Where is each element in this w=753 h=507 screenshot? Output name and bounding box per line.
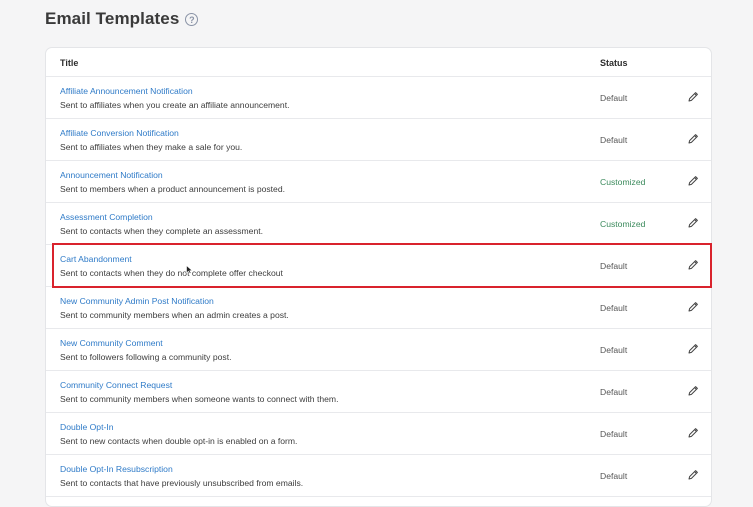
- status-text: Default: [600, 261, 628, 271]
- status-text: Default: [600, 135, 628, 145]
- status-text: Customized: [600, 219, 646, 229]
- column-header-status: Status: [600, 58, 628, 68]
- template-description: Sent to affiliates when they make a sale…: [60, 142, 243, 152]
- pencil-icon[interactable]: [686, 132, 700, 146]
- question-circle-icon[interactable]: ?: [185, 13, 199, 26]
- template-description: Sent to followers following a community …: [60, 352, 232, 362]
- table-row[interactable]: Cart Abandonment Sent to contacts when th…: [46, 245, 711, 287]
- template-title-link[interactable]: Double Opt-In: [60, 422, 114, 432]
- status-text: Default: [600, 303, 628, 313]
- status-text: Default: [600, 93, 628, 103]
- status-text: Default: [600, 429, 628, 439]
- template-description: Sent to members when a product announcem…: [60, 184, 286, 194]
- template-title-link[interactable]: Community Connect Request: [60, 380, 172, 390]
- template-description: Sent to contacts when they do not comple…: [60, 268, 283, 278]
- pencil-icon[interactable]: [686, 216, 700, 230]
- mouse-cursor-icon: [186, 265, 193, 274]
- table-row[interactable]: Affiliate Announcement Notification Sent …: [46, 77, 711, 119]
- status-text: Default: [600, 345, 628, 355]
- pencil-icon[interactable]: [686, 342, 700, 356]
- pencil-icon[interactable]: [686, 384, 700, 398]
- page-header: Email Templates ?: [45, 9, 199, 29]
- template-title-link[interactable]: Cart Abandonment: [60, 254, 132, 264]
- template-title-link[interactable]: Double Opt-In Resubscription: [60, 464, 173, 474]
- table-body: Affiliate Announcement Notification Sent …: [46, 77, 711, 497]
- template-description: Sent to affiliates when you create an af…: [60, 100, 290, 110]
- pencil-icon[interactable]: [686, 426, 700, 440]
- status-text: Default: [600, 387, 628, 397]
- table-row[interactable]: New Community Comment Sent to followers f…: [46, 329, 711, 371]
- template-title-link[interactable]: Announcement Notification: [60, 170, 163, 180]
- table-row[interactable]: Community Connect Request Sent to communi…: [46, 371, 711, 413]
- template-title-link[interactable]: New Community Comment: [60, 338, 163, 348]
- status-text: Customized: [600, 177, 646, 187]
- table-row[interactable]: Assessment Completion Sent to contacts wh…: [46, 203, 711, 245]
- template-description: Sent to community members when someone w…: [60, 394, 339, 404]
- email-templates-table: Title Status Affiliate Announcement Noti…: [45, 47, 712, 507]
- template-description: Sent to community members when an admin …: [60, 310, 289, 320]
- table-row[interactable]: New Community Admin Post Notification Sen…: [46, 287, 711, 329]
- template-title-link[interactable]: Affiliate Conversion Notification: [60, 128, 179, 138]
- template-title-link[interactable]: Affiliate Announcement Notification: [60, 86, 193, 96]
- table-row[interactable]: Affiliate Conversion Notification Sent to…: [46, 119, 711, 161]
- template-title-link[interactable]: New Community Admin Post Notification: [60, 296, 214, 306]
- template-description: Sent to new contacts when double opt-in …: [60, 436, 298, 446]
- template-description: Sent to contacts when they complete an a…: [60, 226, 264, 236]
- pencil-icon[interactable]: [686, 90, 700, 104]
- template-title-link[interactable]: Assessment Completion: [60, 212, 153, 222]
- table-header: Title Status: [46, 48, 711, 77]
- table-row[interactable]: Announcement Notification Sent to members…: [46, 161, 711, 203]
- page-title: Email Templates: [45, 9, 180, 28]
- pencil-icon[interactable]: [686, 258, 700, 272]
- pencil-icon[interactable]: [686, 300, 700, 314]
- table-row[interactable]: Double Opt-In Sent to new contacts when d…: [46, 413, 711, 455]
- pencil-icon[interactable]: [686, 174, 700, 188]
- column-header-title: Title: [60, 58, 79, 68]
- table-row[interactable]: Double Opt-In Resubscription Sent to cont…: [46, 455, 711, 497]
